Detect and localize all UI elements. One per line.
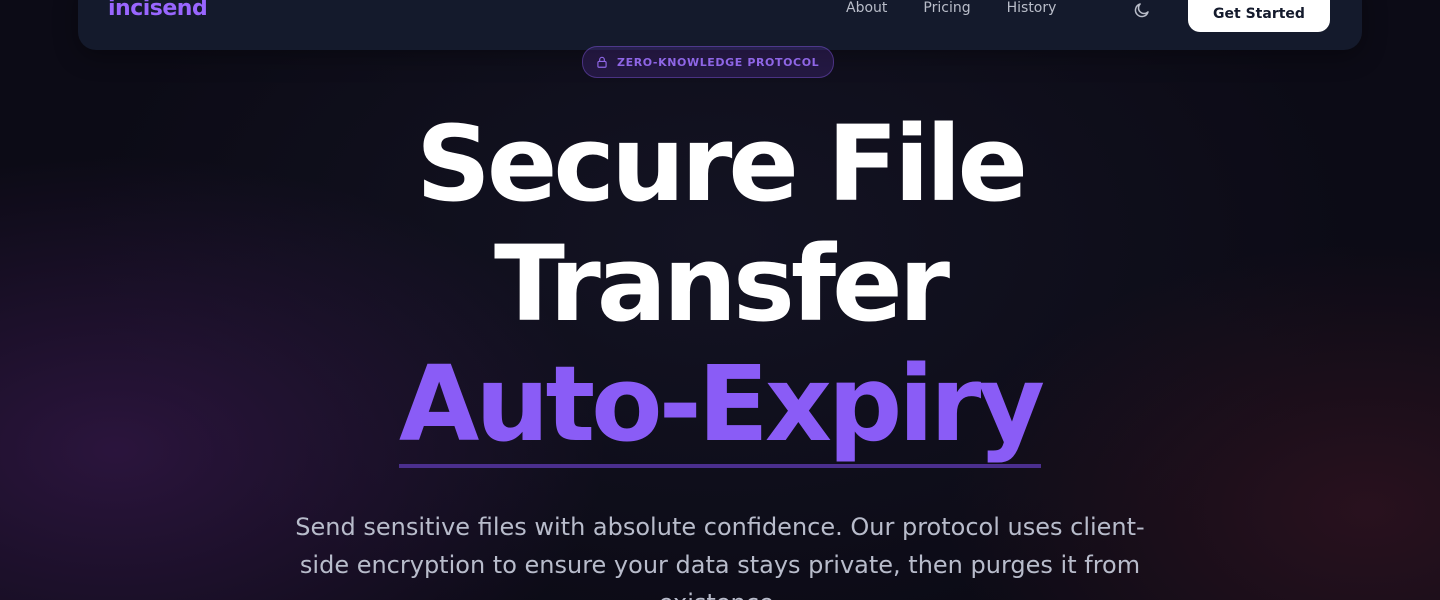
nav-link-about[interactable]: About: [846, 0, 887, 16]
moon-icon: [1134, 3, 1149, 18]
hero-subtitle: Send sensitive files with absolute confi…: [295, 513, 1145, 600]
theme-toggle-button[interactable]: [1130, 0, 1154, 22]
lock-icon: [597, 56, 607, 68]
nav-links: About Pricing History: [846, 0, 1056, 16]
badge-text: ZERO-KNOWLEDGE PROTOCOL: [617, 55, 820, 69]
get-started-button[interactable]: Get Started: [1188, 0, 1330, 32]
protocol-badge: ZERO-KNOWLEDGE PROTOCOL: [582, 46, 835, 78]
hero-line-2: Transfer: [494, 223, 950, 345]
nav-link-pricing[interactable]: Pricing: [923, 0, 970, 16]
hero-accent: Auto-Expiry: [398, 344, 1045, 468]
nav-link-history[interactable]: History: [1007, 0, 1057, 16]
landing-page: incisend About Pricing History Get Start…: [0, 0, 1440, 600]
hero-line-1: Secure File: [415, 103, 1028, 225]
brand-logo[interactable]: incisend: [108, 0, 208, 21]
hero-heading: Secure File Transfer Auto-Expiry: [0, 104, 1440, 468]
navbar: incisend About Pricing History Get Start…: [78, 0, 1362, 50]
